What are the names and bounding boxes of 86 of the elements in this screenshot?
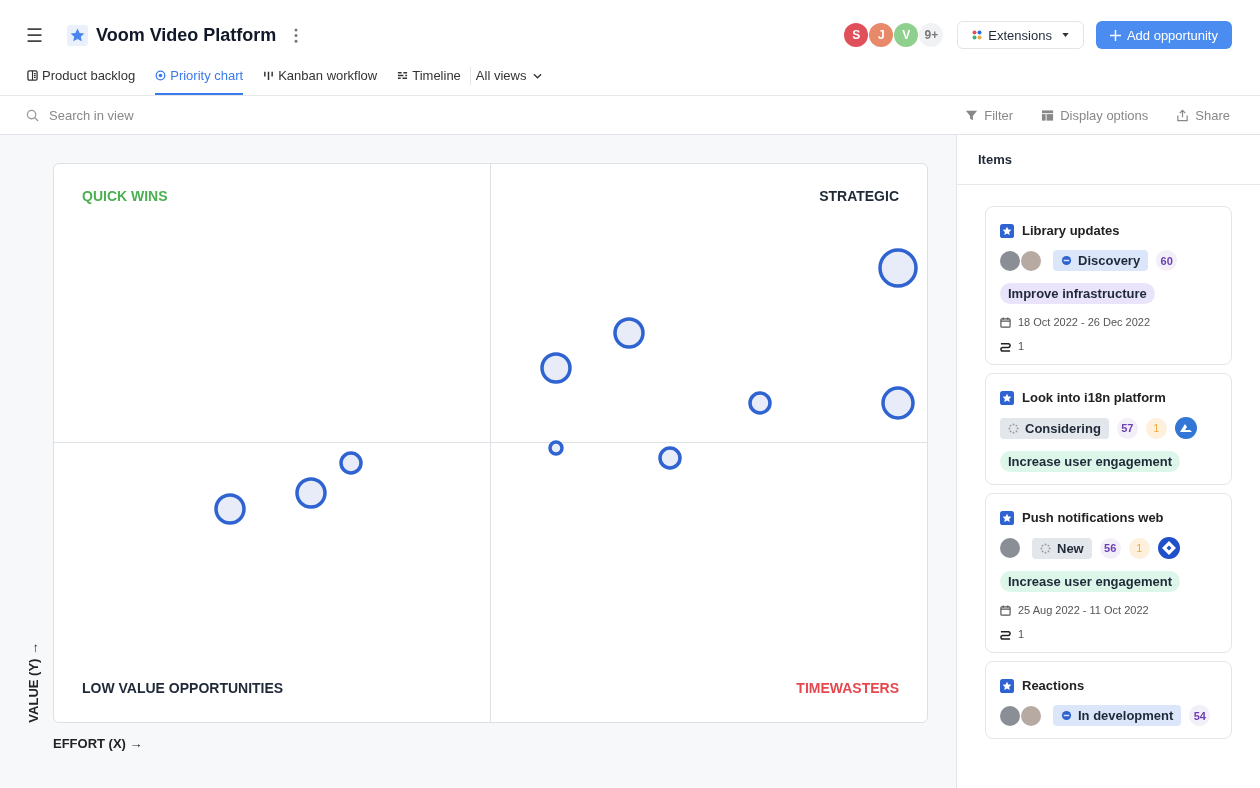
quadrant-label: TIMEWASTERS — [796, 680, 899, 698]
avatar-placeholder — [1000, 705, 1020, 726]
kanban-icon — [263, 70, 275, 81]
score-badge: 56 — [1099, 537, 1121, 559]
dotted-circle-icon — [1008, 422, 1019, 434]
bubble[interactable] — [658, 446, 682, 470]
minus-circle-icon — [1061, 255, 1072, 266]
quadrant-label: QUICK WINS — [82, 188, 168, 206]
item-card[interactable]: Look into i18n platform Considering 57 1 Increase user engagement — [985, 373, 1232, 485]
panel-title: Items — [978, 152, 1012, 167]
filter-button[interactable]: Filter — [965, 107, 1014, 123]
layout-icon — [1041, 108, 1055, 122]
filter-icon — [965, 108, 979, 122]
link-icon — [1000, 628, 1011, 640]
share-icon — [1176, 108, 1190, 122]
star-icon — [1000, 390, 1014, 405]
star-icon — [1000, 678, 1014, 693]
avatar-placeholder — [1021, 250, 1041, 271]
colored-dots-icon — [972, 30, 983, 40]
view-tab[interactable]: Timeline — [397, 66, 461, 95]
menu-icon[interactable]: ☰ — [26, 23, 43, 47]
score-badge: 57 — [1116, 417, 1138, 439]
timeline-icon — [397, 70, 409, 81]
status-tag: Discovery — [1053, 250, 1149, 271]
dotted-circle-icon — [1040, 542, 1051, 554]
y-axis-label: VALUE (Y) → — [26, 642, 40, 723]
bubble[interactable] — [881, 386, 915, 420]
chevron-down-icon — [533, 72, 543, 79]
project-title: Voom Video Platform — [96, 24, 277, 46]
bubble[interactable] — [295, 477, 327, 509]
view-tab[interactable]: Product backlog — [27, 66, 136, 95]
item-title: Reactions — [1022, 678, 1085, 693]
date-range: 18 Oct 2022 - 26 Dec 2022 — [1018, 316, 1151, 328]
avatar-placeholder — [1000, 250, 1020, 271]
item-card[interactable]: Library updates Discovery 60 Improve infrastructure 18 Oct 2022 - 26 Dec 2022 1 — [985, 206, 1232, 365]
minus-circle-icon — [1061, 710, 1072, 721]
item-card[interactable]: Reactions In development 54 — [985, 661, 1232, 739]
link-icon — [1000, 340, 1011, 352]
score-badge: 54 — [1189, 705, 1211, 726]
layout-button[interactable]: Display options — [1041, 107, 1149, 123]
calendar-icon — [1000, 604, 1011, 616]
plus-icon — [1109, 29, 1121, 41]
item-title: Library updates — [1022, 223, 1120, 238]
calendar-icon — [1000, 316, 1011, 328]
count-badge: 1 — [1128, 537, 1150, 559]
goal-tag: Increase user engagement — [1000, 571, 1181, 592]
share-button[interactable]: Share — [1176, 107, 1230, 123]
star-icon — [1000, 510, 1014, 525]
all-views-dropdown[interactable]: All views — [475, 66, 543, 95]
avatar-placeholder — [1021, 705, 1041, 726]
extensions-button[interactable]: Extensions — [957, 21, 1084, 49]
bubble[interactable] — [339, 451, 363, 475]
item-title: Look into i18n platform — [1022, 390, 1166, 405]
more-icon[interactable] — [294, 27, 299, 43]
bubble[interactable] — [748, 391, 772, 415]
search-icon — [26, 108, 39, 122]
link-count: 1 — [1018, 340, 1025, 352]
x-axis-label: EFFORT (X) → — [53, 736, 144, 751]
target-icon — [155, 70, 167, 81]
date-range: 25 Aug 2022 - 11 Oct 2022 — [1018, 604, 1149, 616]
list-icon — [27, 70, 38, 81]
view-tab[interactable]: Kanban workflow — [263, 66, 378, 95]
count-badge: 1 — [1145, 417, 1167, 439]
bubble[interactable] — [540, 352, 572, 384]
score-badge: 60 — [1156, 250, 1178, 271]
avatar-placeholder — [1000, 538, 1020, 558]
quadrant-label: LOW VALUE OPPORTUNITIES — [82, 680, 284, 698]
status-tag: In development — [1053, 705, 1182, 726]
bubble[interactable] — [878, 248, 918, 288]
status-tag: Considering — [1000, 417, 1109, 439]
item-title: Push notifications web — [1022, 510, 1164, 525]
view-tab[interactable]: Priority chart — [155, 66, 244, 95]
caret-icon — [1061, 33, 1069, 37]
more-users-count[interactable]: 9+ — [919, 23, 944, 47]
mountain-icon[interactable] — [1174, 417, 1197, 439]
star-icon — [1000, 223, 1014, 238]
user-avatar[interactable]: S — [844, 23, 869, 47]
goal-tag: Improve infrastructure — [1000, 283, 1155, 304]
bubble[interactable] — [613, 317, 645, 349]
bubble[interactable] — [548, 440, 564, 456]
item-card[interactable]: Push notifications web New 56 1 Increase user engagement 25 Aug 2022 - 11 Oct 2022 1 — [985, 493, 1232, 653]
bubble[interactable] — [214, 493, 246, 525]
link-count: 1 — [1018, 628, 1025, 640]
goal-tag: Increase user engagement — [1000, 451, 1181, 472]
quadrant-label: STRATEGIC — [819, 188, 899, 206]
status-tag: New — [1032, 537, 1092, 559]
